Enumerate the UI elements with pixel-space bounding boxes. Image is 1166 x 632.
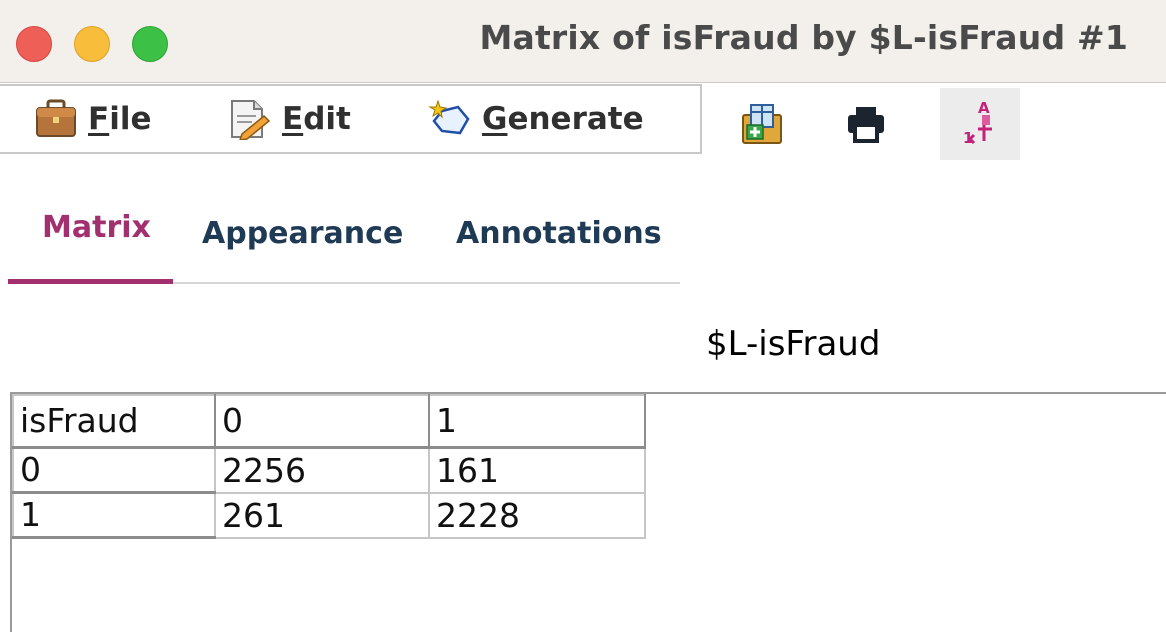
- table-cell[interactable]: 261: [214, 491, 430, 539]
- window-title: Matrix of isFraud by $L-isFraud #1: [479, 18, 1128, 57]
- file-menu[interactable]: File: [34, 96, 151, 142]
- active-tab-indicator: [8, 279, 173, 284]
- table-cell[interactable]: 2256: [214, 446, 430, 494]
- crosstab-table: isFraud 0 1 0 2256 161 1 261 2228: [12, 394, 646, 539]
- column-header-cell: 1: [428, 394, 646, 449]
- column-header-cell: 0: [214, 394, 430, 449]
- edit-document-icon: [228, 98, 272, 140]
- generate-menu-label: Generate: [482, 101, 644, 137]
- edit-menu-label: Edit: [282, 101, 351, 137]
- table-cell[interactable]: 2228: [428, 491, 646, 539]
- row-field-header: isFraud: [12, 394, 216, 449]
- table-header-row: isFraud 0 1: [12, 394, 646, 449]
- generate-wand-icon: [428, 99, 472, 139]
- minimize-window-button[interactable]: [74, 26, 110, 62]
- tab-matrix[interactable]: Matrix: [42, 210, 151, 245]
- column-field-title: $L-isFraud: [706, 324, 881, 364]
- generate-menu[interactable]: Generate: [428, 96, 644, 142]
- file-menu-label: File: [88, 101, 152, 137]
- print-button[interactable]: [826, 88, 906, 160]
- export-table-button[interactable]: [722, 88, 802, 160]
- row-header-cell: 1: [12, 491, 216, 539]
- sort-labels-icon: A 1: [960, 99, 1000, 149]
- briefcase-icon: [34, 99, 78, 139]
- table-cell[interactable]: 161: [428, 446, 646, 494]
- table-row: 0 2256 161: [12, 446, 646, 494]
- row-header-cell: 0: [12, 446, 216, 494]
- table-row: 1 261 2228: [12, 491, 646, 539]
- sort-labels-button[interactable]: A 1: [940, 88, 1020, 160]
- print-icon: [846, 105, 886, 143]
- title-bar: Matrix of isFraud by $L-isFraud #1: [0, 0, 1166, 83]
- tab-appearance[interactable]: Appearance: [202, 216, 403, 251]
- tab-bar: Matrix Appearance Annotations: [0, 180, 1166, 290]
- close-window-button[interactable]: [16, 26, 52, 62]
- export-table-icon: [739, 103, 785, 145]
- zoom-window-button[interactable]: [132, 26, 168, 62]
- edit-menu[interactable]: Edit: [228, 96, 351, 142]
- tab-annotations[interactable]: Annotations: [456, 216, 662, 251]
- svg-text:A: A: [978, 99, 990, 117]
- menu-bar: File Edit Generate: [0, 84, 702, 154]
